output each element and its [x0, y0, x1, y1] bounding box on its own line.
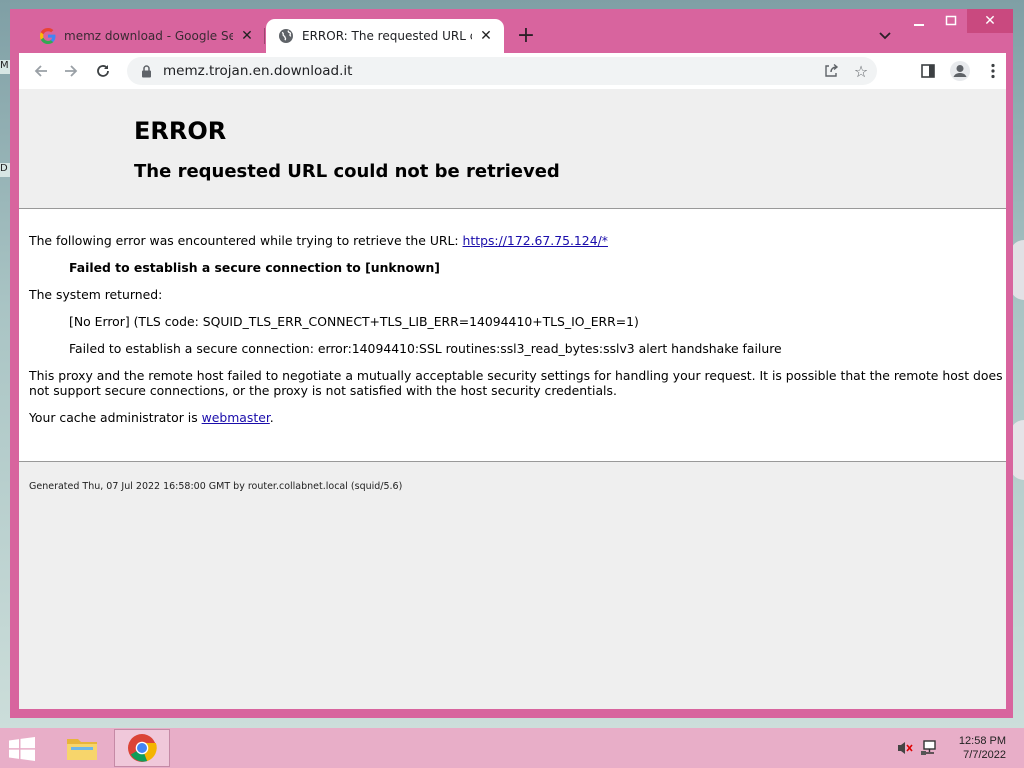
profile-avatar-icon[interactable]	[948, 59, 972, 83]
share-icon[interactable]	[821, 61, 841, 81]
side-panel-icon[interactable]	[916, 59, 940, 83]
tls-code-text: [No Error] (TLS code: SQUID_TLS_ERR_CONN…	[69, 314, 639, 329]
webmaster-link[interactable]: webmaster	[202, 410, 270, 425]
tab-google-search[interactable]: memz download - Google Search ✕	[28, 19, 265, 53]
taskbar: 12:58 PM 7/7/2022	[0, 728, 1024, 768]
maximize-button[interactable]	[936, 9, 966, 33]
page-title: ERROR	[134, 117, 227, 145]
clock-time: 12:58 PM	[958, 735, 1006, 747]
google-g-icon	[40, 28, 56, 44]
error-header: ERROR The requested URL could not be ret…	[19, 89, 1006, 209]
file-explorer-icon[interactable]	[54, 729, 110, 767]
network-icon[interactable]	[920, 740, 938, 756]
desktop-icon-label[interactable]: M	[0, 60, 10, 74]
close-window-button[interactable]: ✕	[967, 9, 1013, 33]
kebab-menu-icon[interactable]	[981, 59, 1005, 83]
chrome-taskbar-icon[interactable]	[114, 729, 170, 767]
intro-text: The following error was encountered whil…	[29, 233, 463, 248]
desktop-icon-label[interactable]: D	[0, 163, 10, 177]
new-tab-button[interactable]: +	[515, 25, 537, 47]
tab-error-page[interactable]: ERROR: The requested URL could not be re…	[266, 19, 504, 53]
browser-window: memz download - Google Search ✕ ERROR: T…	[10, 9, 1013, 718]
tab-title: memz download - Google Search	[64, 29, 233, 43]
admin-paragraph: Your cache administrator is webmaster.	[29, 411, 274, 425]
page-subtitle: The requested URL could not be retrieved	[134, 161, 560, 182]
tab-strip: memz download - Google Search ✕ ERROR: T…	[10, 9, 1013, 53]
explanation-line-2: not support secure connections, or the p…	[29, 383, 617, 398]
error-body: The following error was encountered whil…	[19, 209, 1006, 462]
clock-date: 7/7/2022	[963, 749, 1006, 761]
requested-url-link[interactable]: https://172.67.75.124/*	[463, 233, 608, 248]
tab-title: ERROR: The requested URL could not be re…	[302, 29, 472, 43]
speaker-muted-icon[interactable]	[896, 740, 914, 756]
url-text[interactable]: memz.trojan.en.download.it	[163, 63, 877, 79]
tab-separator	[264, 28, 265, 44]
back-arrow-icon[interactable]	[29, 59, 53, 83]
explanation-line-1: This proxy and the remote host failed to…	[29, 368, 1003, 383]
admin-prefix: Your cache administrator is	[29, 410, 202, 425]
lock-icon[interactable]	[139, 63, 153, 79]
chevron-down-icon[interactable]	[876, 27, 894, 45]
globe-icon	[278, 28, 294, 44]
minimize-button[interactable]	[904, 9, 934, 33]
bookmark-star-icon[interactable]: ☆	[851, 61, 871, 81]
system-clock[interactable]: 12:58 PM 7/7/2022	[959, 734, 1006, 762]
error-page-content: ERROR The requested URL could not be ret…	[19, 89, 1006, 709]
address-bar[interactable]: memz.trojan.en.download.it ☆	[127, 57, 877, 85]
tab-close-icon[interactable]: ✕	[478, 28, 494, 44]
tab-close-icon[interactable]: ✕	[239, 28, 255, 44]
error-summary: Failed to establish a secure connection …	[69, 260, 440, 275]
reload-icon[interactable]	[91, 59, 115, 83]
admin-suffix: .	[269, 410, 274, 425]
system-returned-label: The system returned:	[29, 287, 163, 302]
browser-toolbar: memz.trojan.en.download.it ☆	[19, 53, 1006, 89]
ssl-error-text: Failed to establish a secure connection:…	[69, 341, 782, 356]
generated-footer: Generated Thu, 07 Jul 2022 16:58:00 GMT …	[29, 481, 403, 492]
intro-paragraph: The following error was encountered whil…	[29, 234, 608, 248]
forward-arrow-icon[interactable]	[59, 59, 83, 83]
windows-start-icon[interactable]	[8, 737, 38, 761]
